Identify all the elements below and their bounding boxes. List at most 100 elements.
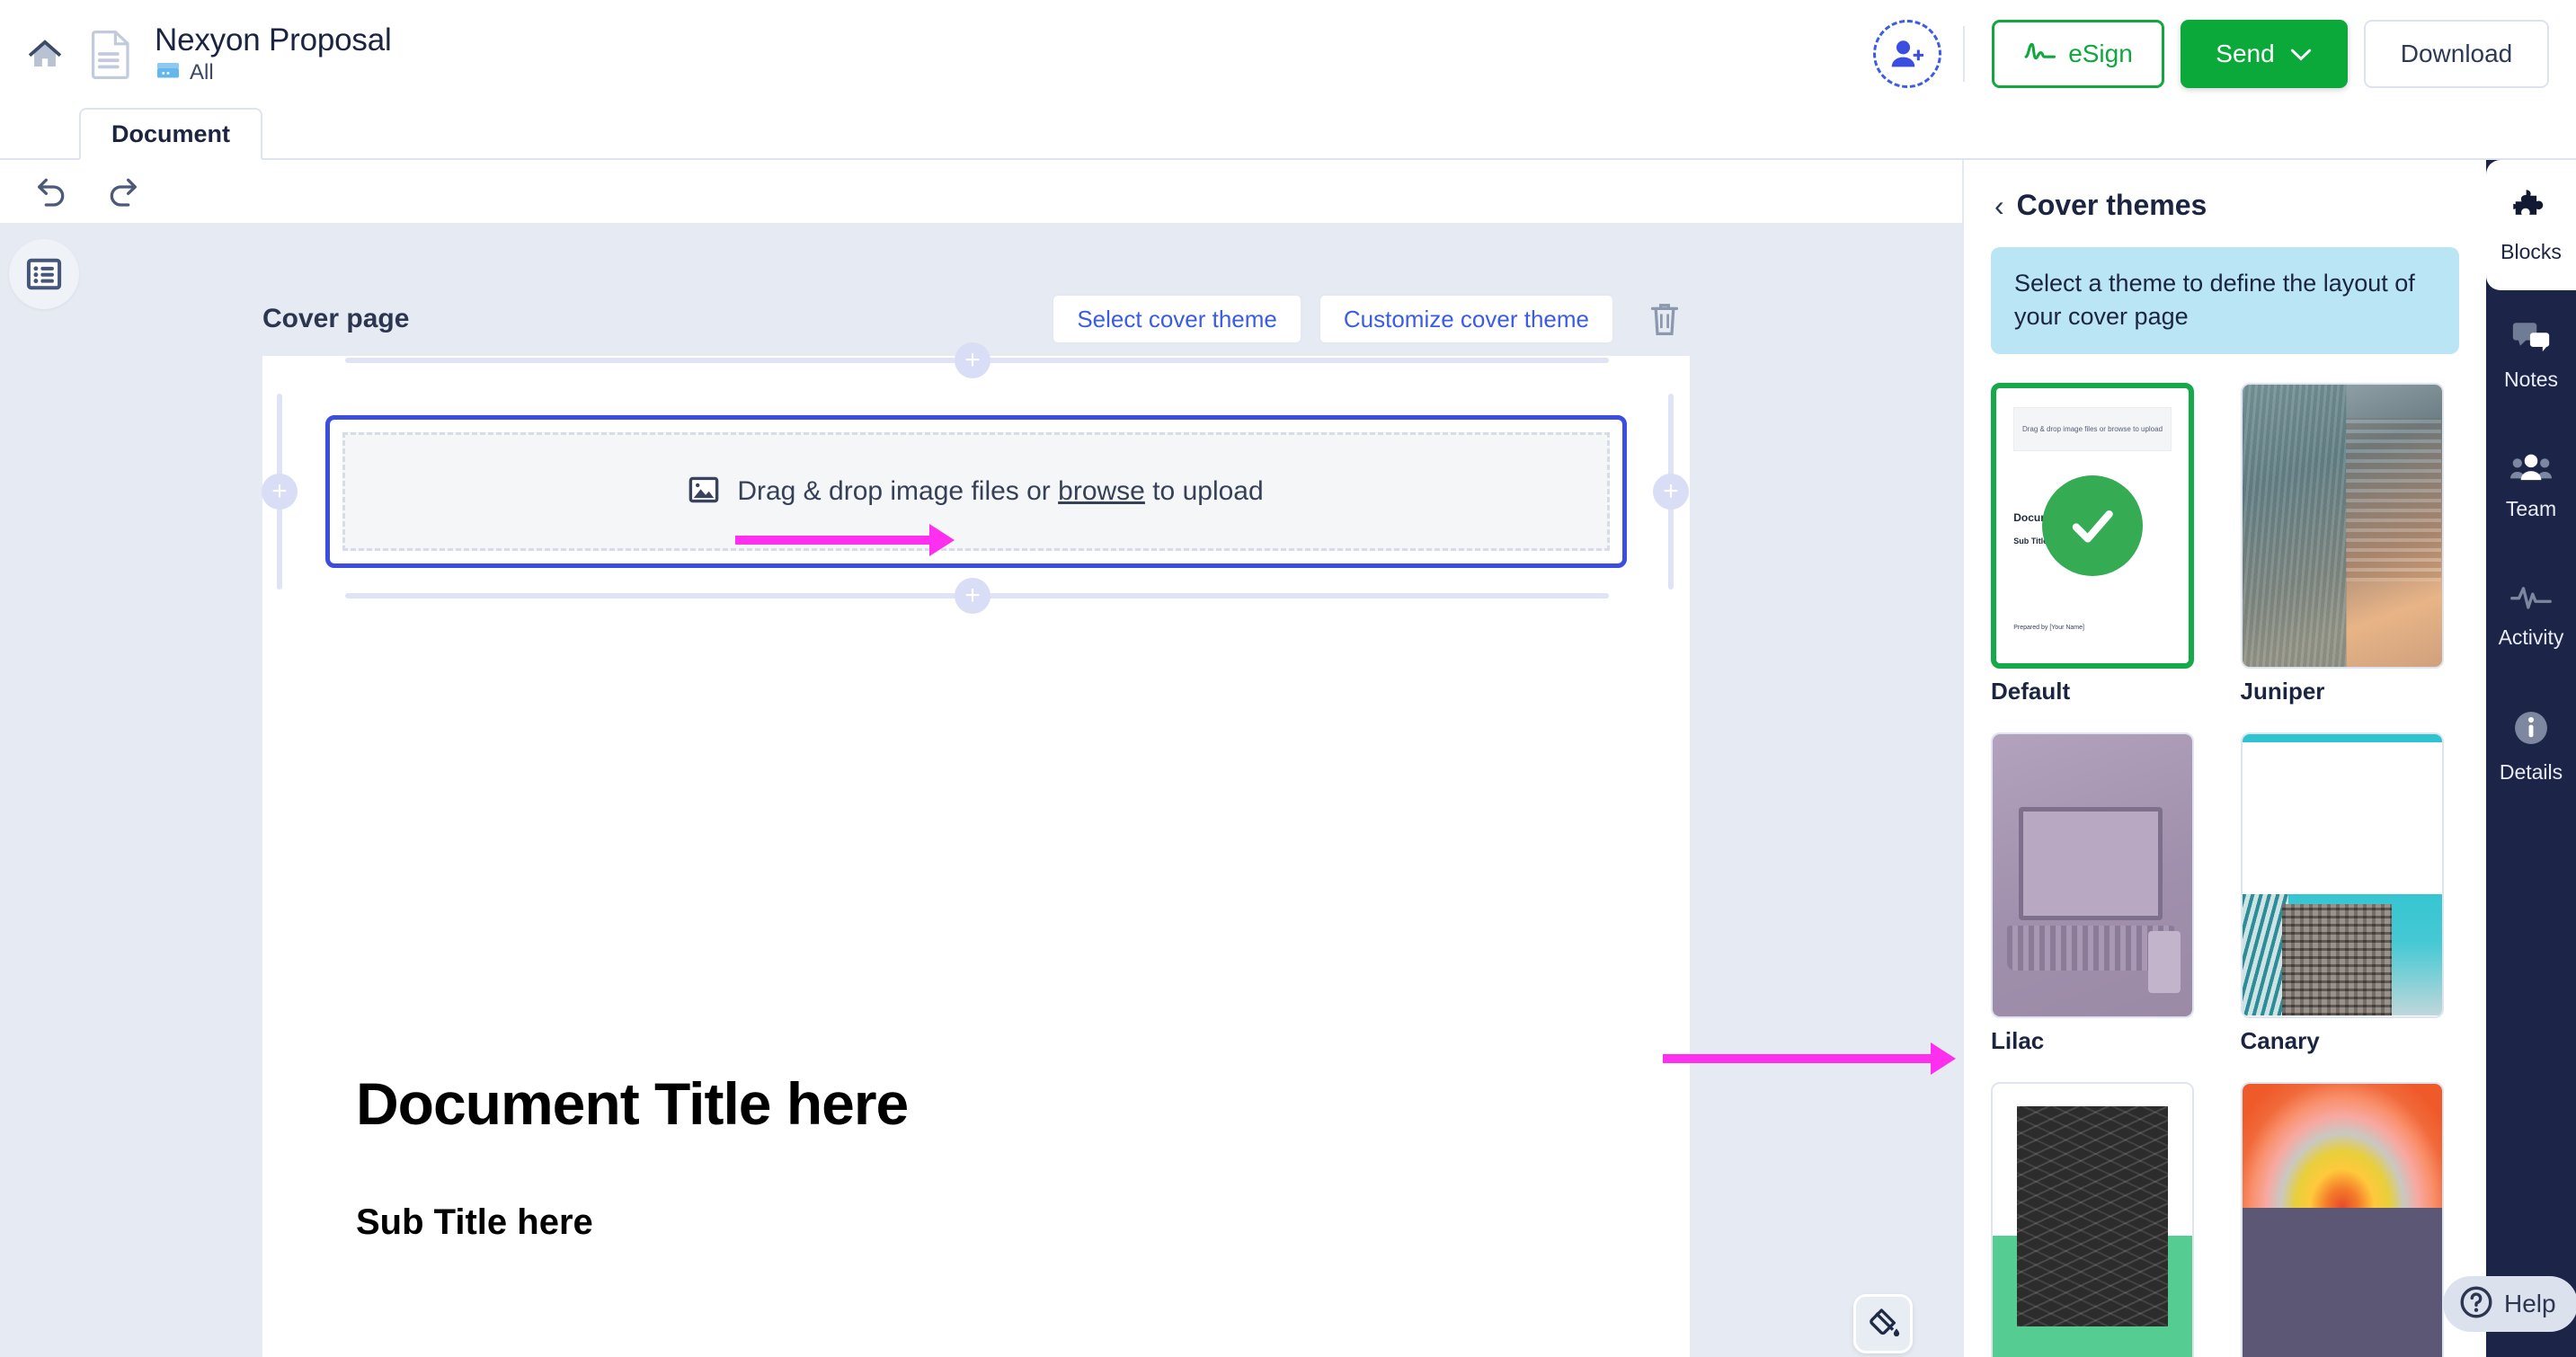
- tab-document[interactable]: Document: [79, 108, 263, 160]
- cover-page-actions: Select cover theme Customize cover theme: [1052, 294, 1690, 344]
- right-nav-rail: Blocks Notes Team Activity Details: [2486, 160, 2576, 1357]
- help-button[interactable]: Help: [2443, 1276, 2576, 1332]
- panel-title: Cover themes: [2016, 189, 2207, 221]
- paint-bucket-icon[interactable]: [1853, 1294, 1913, 1353]
- theme-preview-image: [2242, 384, 2442, 667]
- theme-card-juniper[interactable]: Juniper: [2240, 382, 2460, 705]
- document-title-group: Nexyon Proposal All: [155, 22, 392, 86]
- theme-card-default[interactable]: Drag & drop image files or browse to upl…: [1991, 382, 2210, 705]
- cover-themes-panel: ‹ Cover themes Select a theme to define …: [1962, 160, 2486, 1357]
- browse-link[interactable]: browse: [1058, 476, 1145, 506]
- preview-shape: [2242, 741, 2442, 895]
- dropzone-text-before: Drag & drop image files or: [737, 476, 1051, 506]
- theme-thumbnail[interactable]: Drag & drop image files or browse to upl…: [1991, 382, 2194, 669]
- tab-bar: Document: [0, 108, 2576, 160]
- preview-shape: [2281, 904, 2392, 1016]
- puzzle-icon: [2510, 187, 2552, 231]
- folder-icon: [155, 60, 182, 86]
- rail-label: Activity: [2498, 625, 2564, 649]
- divider: [1963, 26, 1965, 82]
- download-label: Download: [2400, 40, 2513, 67]
- annotation-arrow-panel: [1663, 1042, 1956, 1075]
- theme-preview-image: [1993, 1083, 2192, 1357]
- theme-grid: Drag & drop image files or browse to upl…: [1991, 382, 2460, 1357]
- document-subtitle-text[interactable]: Sub Title here: [356, 1202, 593, 1243]
- help-label: Help: [2504, 1290, 2556, 1317]
- esign-label: eSign: [2068, 40, 2133, 67]
- page-title[interactable]: Nexyon Proposal: [155, 22, 392, 58]
- top-bar-actions: eSign Send Download: [1873, 20, 2576, 88]
- document-title-text[interactable]: Document Title here: [356, 1069, 909, 1138]
- question-circle-icon: [2459, 1285, 2493, 1324]
- panel-right-edge: [2465, 160, 2486, 1357]
- add-user-icon[interactable]: [1873, 20, 1941, 88]
- rail-item-details[interactable]: Details: [2486, 681, 2576, 812]
- undo-icon[interactable]: [32, 172, 72, 211]
- editor-canvas: Cover page Select cover theme Customize …: [0, 223, 1962, 1357]
- customize-cover-theme-button[interactable]: Customize cover theme: [1318, 294, 1614, 344]
- rail-label: Notes: [2503, 367, 2559, 391]
- top-bar: Nexyon Proposal All eSign Send Download: [0, 0, 2576, 108]
- rail-label: Details: [2499, 759, 2563, 784]
- preview-shape: [2148, 931, 2181, 994]
- rail-item-activity[interactable]: Activity: [2486, 551, 2576, 681]
- rail-label: Team: [2505, 496, 2557, 520]
- image-dropzone[interactable]: Drag & drop image files or browse to upl…: [342, 432, 1610, 551]
- theme-thumbnail[interactable]: [2240, 382, 2444, 669]
- dropzone-text: Drag & drop image files or browse to upl…: [737, 476, 1263, 507]
- document-folder[interactable]: All: [155, 60, 392, 86]
- info-icon: [2512, 709, 2550, 751]
- preview-shape: [2242, 894, 2288, 1016]
- mini-prepared: Prepared by [Your Name]: [2013, 624, 2084, 631]
- preview-shape: [2242, 1207, 2442, 1357]
- add-block-below-button[interactable]: +: [955, 578, 990, 614]
- document-icon: [86, 26, 137, 82]
- preview-shape: [2242, 733, 2442, 742]
- back-chevron-icon[interactable]: ‹: [1994, 191, 2004, 220]
- download-button[interactable]: Download: [2364, 20, 2549, 88]
- add-block-right-button[interactable]: +: [1653, 474, 1689, 510]
- rail-item-notes[interactable]: Notes: [2486, 290, 2576, 421]
- theme-thumbnail[interactable]: [1991, 1081, 2194, 1357]
- home-icon[interactable]: [13, 22, 77, 86]
- theme-thumbnail[interactable]: [1991, 732, 2194, 1018]
- select-cover-theme-button[interactable]: Select cover theme: [1052, 294, 1302, 344]
- theme-label: Default: [1991, 677, 2071, 705]
- signature-icon: [2023, 40, 2059, 69]
- theme-label: Juniper: [2240, 677, 2325, 705]
- esign-button[interactable]: eSign: [1992, 20, 2164, 88]
- theme-label: Lilac: [1991, 1026, 2045, 1054]
- rail-label: Blocks: [2500, 239, 2562, 263]
- panel-hint: Select a theme to define the layout of y…: [1991, 247, 2459, 354]
- pulse-icon: [2510, 583, 2552, 616]
- redo-icon[interactable]: [102, 172, 142, 211]
- rail-item-blocks[interactable]: Blocks: [2486, 160, 2576, 290]
- rail-item-team[interactable]: Team: [2486, 421, 2576, 551]
- theme-card-sunset[interactable]: [2240, 1081, 2460, 1357]
- image-placeholder-icon: [688, 475, 719, 510]
- panel-header: ‹ Cover themes: [1964, 160, 2486, 222]
- document-outline-icon[interactable]: [9, 239, 79, 309]
- send-button[interactable]: Send: [2181, 20, 2348, 88]
- people-icon: [2510, 451, 2552, 488]
- theme-thumbnail[interactable]: [2240, 732, 2444, 1018]
- add-block-above-button[interactable]: +: [955, 342, 990, 378]
- theme-card-dark[interactable]: [1991, 1081, 2210, 1357]
- theme-card-lilac[interactable]: Lilac: [1991, 732, 2210, 1055]
- cover-image-block[interactable]: Drag & drop image files or browse to upl…: [325, 415, 1627, 568]
- theme-preview-image: [1993, 733, 2192, 1016]
- send-label: Send: [2216, 40, 2275, 67]
- theme-preview-image: [2242, 894, 2442, 1016]
- dropzone-text-after: to upload: [1152, 476, 1264, 506]
- trash-icon[interactable]: [1639, 294, 1690, 344]
- app-root: Nexyon Proposal All eSign Send Download …: [0, 0, 2576, 1357]
- theme-thumbnail[interactable]: [2240, 1081, 2444, 1357]
- editor-toolbar: [0, 160, 1962, 223]
- theme-card-canary[interactable]: Canary: [2240, 732, 2460, 1055]
- theme-preview-image: [2242, 1083, 2442, 1208]
- cover-page-header: Cover page Select cover theme Customize …: [262, 293, 1690, 345]
- theme-label: Canary: [2240, 1026, 2320, 1054]
- add-block-left-button[interactable]: +: [262, 474, 298, 510]
- cover-page-label: Cover page: [262, 304, 410, 333]
- preview-shape: [2016, 1105, 2169, 1326]
